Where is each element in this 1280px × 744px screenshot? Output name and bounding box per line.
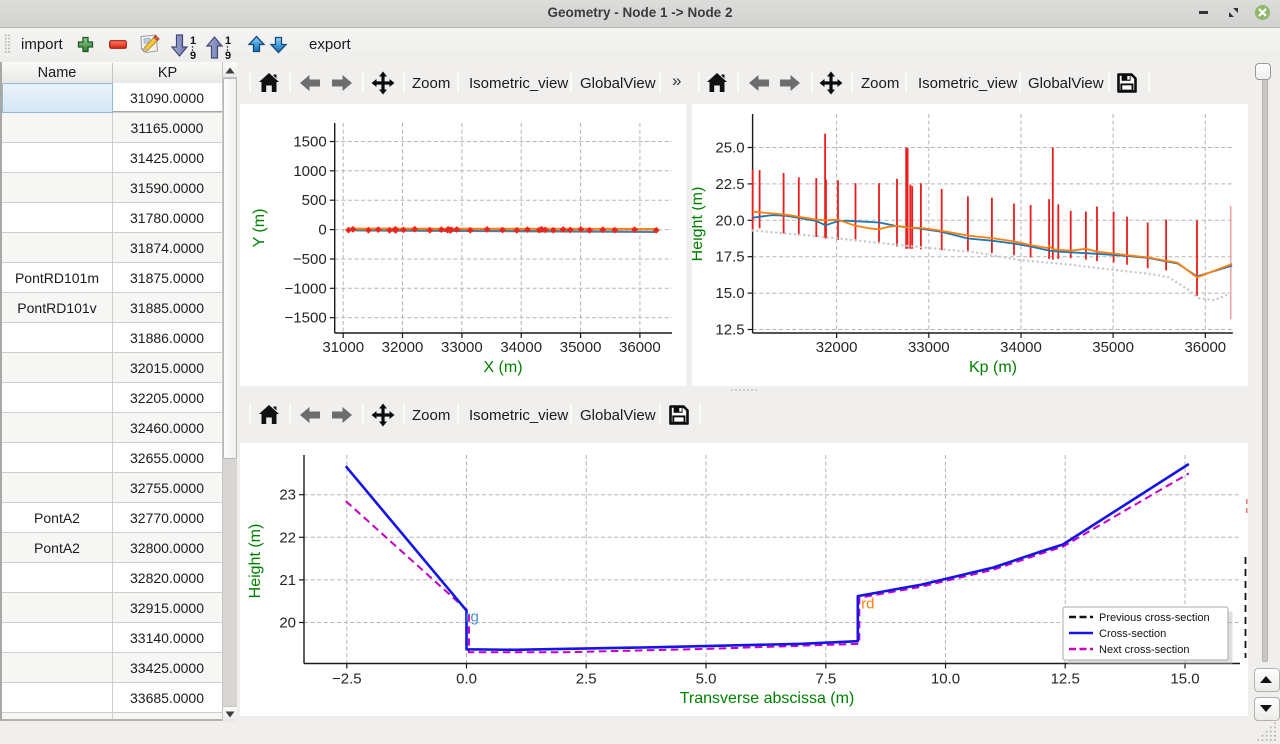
svg-text:10.0: 10.0 (931, 671, 960, 688)
svg-text:5.0: 5.0 (696, 671, 717, 688)
svg-text:Y (m): Y (m) (251, 209, 268, 248)
svg-text:36000: 36000 (619, 339, 661, 356)
svg-text:25.0: 25.0 (715, 140, 744, 157)
svg-text:33000: 33000 (441, 339, 483, 356)
svg-text:−1000: −1000 (285, 280, 327, 297)
svg-text:15.0: 15.0 (715, 285, 744, 302)
svg-text:33000: 33000 (908, 339, 950, 356)
svg-text:0.0: 0.0 (456, 671, 477, 688)
svg-text:rd: rd (861, 595, 874, 612)
svg-text:32000: 32000 (816, 339, 858, 356)
svg-text:7.5: 7.5 (815, 671, 836, 688)
svg-text:X (m): X (m) (483, 359, 522, 376)
svg-text:Transverse abscissa (m): Transverse abscissa (m) (680, 690, 855, 707)
svg-text:1: 1 (225, 35, 231, 47)
svg-text:9: 9 (225, 50, 231, 60)
svg-text:−500: −500 (293, 251, 327, 268)
svg-text:Previous cross-section: Previous cross-section (1099, 612, 1210, 624)
svg-text:17.5: 17.5 (715, 249, 744, 266)
svg-text:9: 9 (190, 50, 196, 60)
svg-text:22: 22 (279, 529, 296, 546)
svg-text:12.5: 12.5 (715, 322, 744, 339)
svg-text:1000: 1000 (293, 163, 326, 180)
svg-text:35000: 35000 (1092, 339, 1134, 356)
svg-text:rg: rg (466, 609, 479, 626)
svg-text:2.5: 2.5 (576, 671, 597, 688)
svg-text:1500: 1500 (293, 134, 326, 151)
svg-text:34000: 34000 (500, 339, 542, 356)
svg-text:31000: 31000 (322, 339, 364, 356)
svg-text:36000: 36000 (1184, 339, 1226, 356)
svg-text:Kp (m): Kp (m) (969, 359, 1017, 376)
svg-text:21: 21 (279, 572, 296, 589)
svg-text:35000: 35000 (560, 339, 602, 356)
svg-text:23: 23 (279, 487, 296, 504)
svg-text:34000: 34000 (1000, 339, 1042, 356)
svg-text:15.0: 15.0 (1170, 671, 1199, 688)
svg-text:−2.5: −2.5 (332, 671, 362, 688)
svg-text:20.0: 20.0 (715, 212, 744, 229)
svg-text:−1500: −1500 (285, 310, 327, 327)
svg-text:Height (m): Height (m) (692, 187, 706, 262)
svg-text:20: 20 (279, 615, 296, 632)
svg-text:0: 0 (318, 222, 326, 239)
svg-text:1: 1 (190, 35, 196, 47)
svg-text:12.5: 12.5 (1051, 671, 1080, 688)
svg-text:22.5: 22.5 (715, 176, 744, 193)
svg-text:Height (m): Height (m) (247, 524, 264, 599)
svg-text:500: 500 (302, 192, 327, 209)
svg-text:32000: 32000 (382, 339, 424, 356)
svg-text:Next cross-section: Next cross-section (1099, 644, 1189, 656)
svg-text:Cross-section: Cross-section (1099, 628, 1166, 640)
